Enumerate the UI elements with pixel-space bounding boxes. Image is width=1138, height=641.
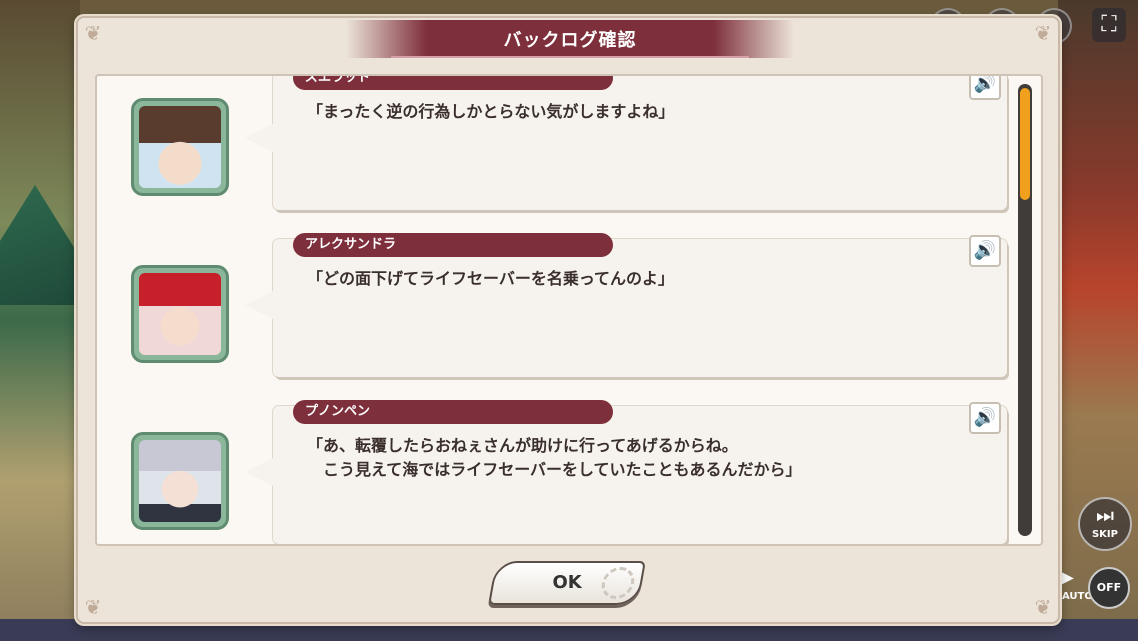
skip-label: SKIP [1091,529,1118,540]
avatar [131,265,229,363]
fullscreen-button[interactable]: ⛶ [1092,8,1126,42]
avatar-portrait [139,440,221,522]
speaker-name: プノンペン [293,400,613,424]
fullscreen-icon: ⛶ [1101,12,1117,37]
ok-button[interactable]: OK [488,561,646,605]
backlog-dialog: ❦ ❦ ❦ ❦ バックログ確認 ズエラット 🔊 「まったく逆の行為しかとらない気… [76,16,1060,624]
log-entry: プノンペン 🔊 「あ、転覆したらおねぇさんが助けに行ってあげるからね。 こう見え… [97,400,1013,544]
bubble-tail [245,124,273,152]
scrollbar[interactable] [1018,84,1032,536]
message-line: こう見えて海ではライフセーバーをしていたこともあるんだから」 [307,460,802,479]
avatar-portrait [139,273,221,355]
ok-label: OK [552,572,582,593]
avatar-portrait [139,106,221,188]
avatar [131,432,229,530]
voice-replay-button[interactable]: 🔊 [969,402,1001,434]
log-entry: アレクサンドラ 🔊 「どの面下げてライフセーバーを名乗ってんのよ」 [97,233,1013,389]
dialog-title: バックログ確認 [503,30,637,51]
log-entry: ズエラット 🔊 「まったく逆の行為しかとらない気がしますよね」 [97,74,1013,222]
play-icon: ▶ [1060,567,1074,588]
message-bubble: アレクサンドラ 🔊 「どの面下げてライフセーバーを名乗ってんのよ」 [245,233,1007,377]
speaker-name: ズエラット [293,76,613,90]
avatar [131,98,229,196]
message-bubble: ズエラット 🔊 「まったく逆の行為しかとらない気がしますよね」 [245,74,1007,210]
skip-button[interactable]: ⏭ SKIP [1078,497,1132,551]
scrollbar-thumb[interactable] [1020,88,1030,200]
speaker-icon: 🔊 [973,240,997,261]
title-banner: バックログ確認 [346,20,794,58]
message-line: 「どの面下げてライフセーバーを名乗ってんのよ」 [307,269,675,288]
speaker-icon: 🔊 [973,407,997,428]
corner-ornament: ❦ [1034,21,1052,45]
corner-ornament: ❦ [84,21,102,45]
backlog-list[interactable]: ズエラット 🔊 「まったく逆の行為しかとらない気がしますよね」 アレクサンドラ … [95,74,1043,546]
voice-replay-button[interactable]: 🔊 [969,235,1001,267]
background-left [0,0,80,641]
skip-icon: ⏭ [1096,503,1114,527]
voice-replay-button[interactable]: 🔊 [969,74,1001,100]
auto-toggle[interactable]: ▶ AUTO OFF [1060,565,1130,609]
title-underline [390,56,750,58]
message-line: 「あ、転覆したらおねぇさんが助けに行ってあげるからね。 [307,436,738,455]
bubble-tail [245,458,273,486]
message-line: 「まったく逆の行為しかとらない気がしますよね」 [307,102,675,121]
speaker-name: アレクサンドラ [293,233,613,257]
auto-state-badge: OFF [1088,567,1130,609]
corner-ornament: ❦ [84,595,102,619]
message-bubble: プノンペン 🔊 「あ、転覆したらおねぇさんが助けに行ってあげるからね。 こう見え… [245,400,1007,544]
corner-ornament: ❦ [1034,595,1052,619]
speaker-icon: 🔊 [973,74,997,94]
bubble-tail [245,291,273,319]
